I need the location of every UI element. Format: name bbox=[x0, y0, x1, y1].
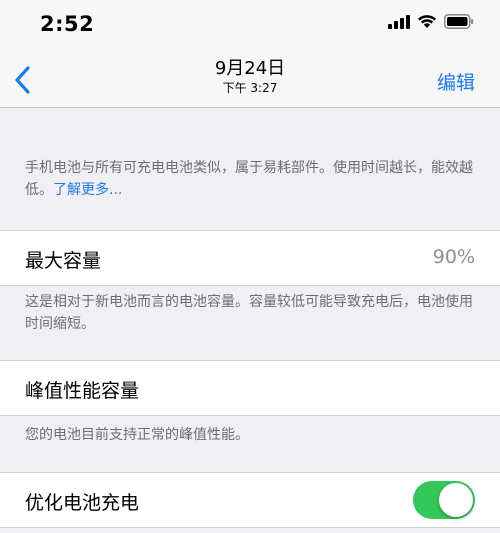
learn-more-link[interactable]: 了解更多... bbox=[53, 182, 122, 198]
navigation-bar: 9月24日 下午 3:27 编辑 bbox=[0, 50, 500, 108]
peak-performance-label: 峰值性能容量 bbox=[25, 380, 140, 402]
battery-icon bbox=[444, 14, 474, 29]
maximum-capacity-value: 90% bbox=[432, 246, 475, 268]
nav-time: 下午 3:27 bbox=[222, 81, 278, 95]
toggle-knob bbox=[439, 483, 473, 517]
signal-icon bbox=[388, 14, 410, 29]
nav-date: 9月24日 bbox=[214, 58, 286, 79]
battery-intro-text: 手机电池与所有可充电电池类似，属于易耗部件。使用时间越长，能效越低。了解更多..… bbox=[25, 157, 475, 201]
maximum-capacity-label: 最大容量 bbox=[25, 250, 102, 272]
status-icons bbox=[388, 14, 474, 29]
status-bar: 2:52 bbox=[0, 0, 500, 50]
optimized-charging-label: 优化电池充电 bbox=[25, 492, 140, 514]
optimized-charging-row: 优化电池充电 bbox=[0, 472, 500, 528]
status-time: 2:52 bbox=[40, 12, 95, 36]
edit-button[interactable]: 编辑 bbox=[437, 68, 475, 95]
nav-title: 9月24日 下午 3:27 bbox=[0, 58, 500, 96]
maximum-capacity-footnote: 这是相对于新电池而言的电池容量。容量较低可能导致充电后，电池使用时间缩短。 bbox=[25, 294, 473, 332]
maximum-capacity-row: 最大容量 90% bbox=[0, 230, 500, 286]
wifi-icon bbox=[418, 15, 436, 28]
peak-performance-row: 峰值性能容量 bbox=[0, 360, 500, 416]
optimized-charging-toggle[interactable] bbox=[413, 481, 475, 519]
peak-performance-footnote: 您的电池目前支持正常的峰值性能。 bbox=[25, 427, 249, 443]
